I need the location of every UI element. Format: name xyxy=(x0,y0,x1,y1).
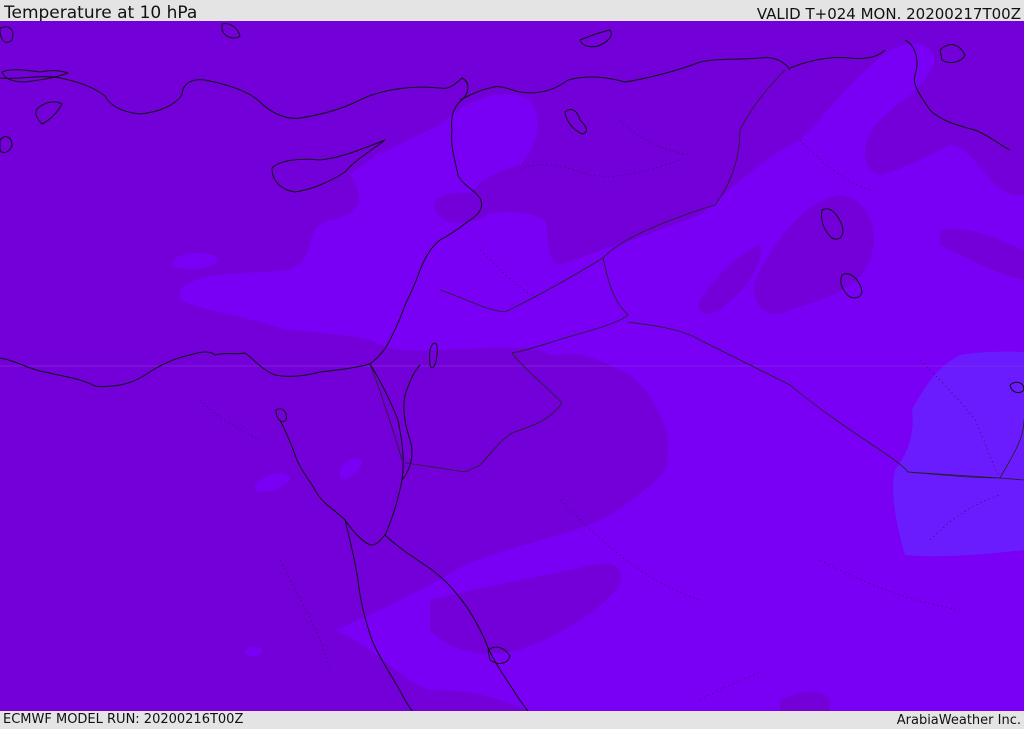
header-bar: Temperature at 10 hPa VALID T+024 MON. 2… xyxy=(0,0,1024,23)
map-canvas xyxy=(0,21,1024,711)
temperature-map xyxy=(0,21,1024,711)
map-title: Temperature at 10 hPa xyxy=(4,3,198,23)
model-run-label: ECMWF MODEL RUN: 20200216T00Z xyxy=(3,712,244,727)
map-figure: Temperature at 10 hPa VALID T+024 MON. 2… xyxy=(0,0,1024,729)
footer-bar: ECMWF MODEL RUN: 20200216T00Z ArabiaWeat… xyxy=(0,711,1024,729)
credit-label: ArabiaWeather Inc. xyxy=(896,713,1021,728)
